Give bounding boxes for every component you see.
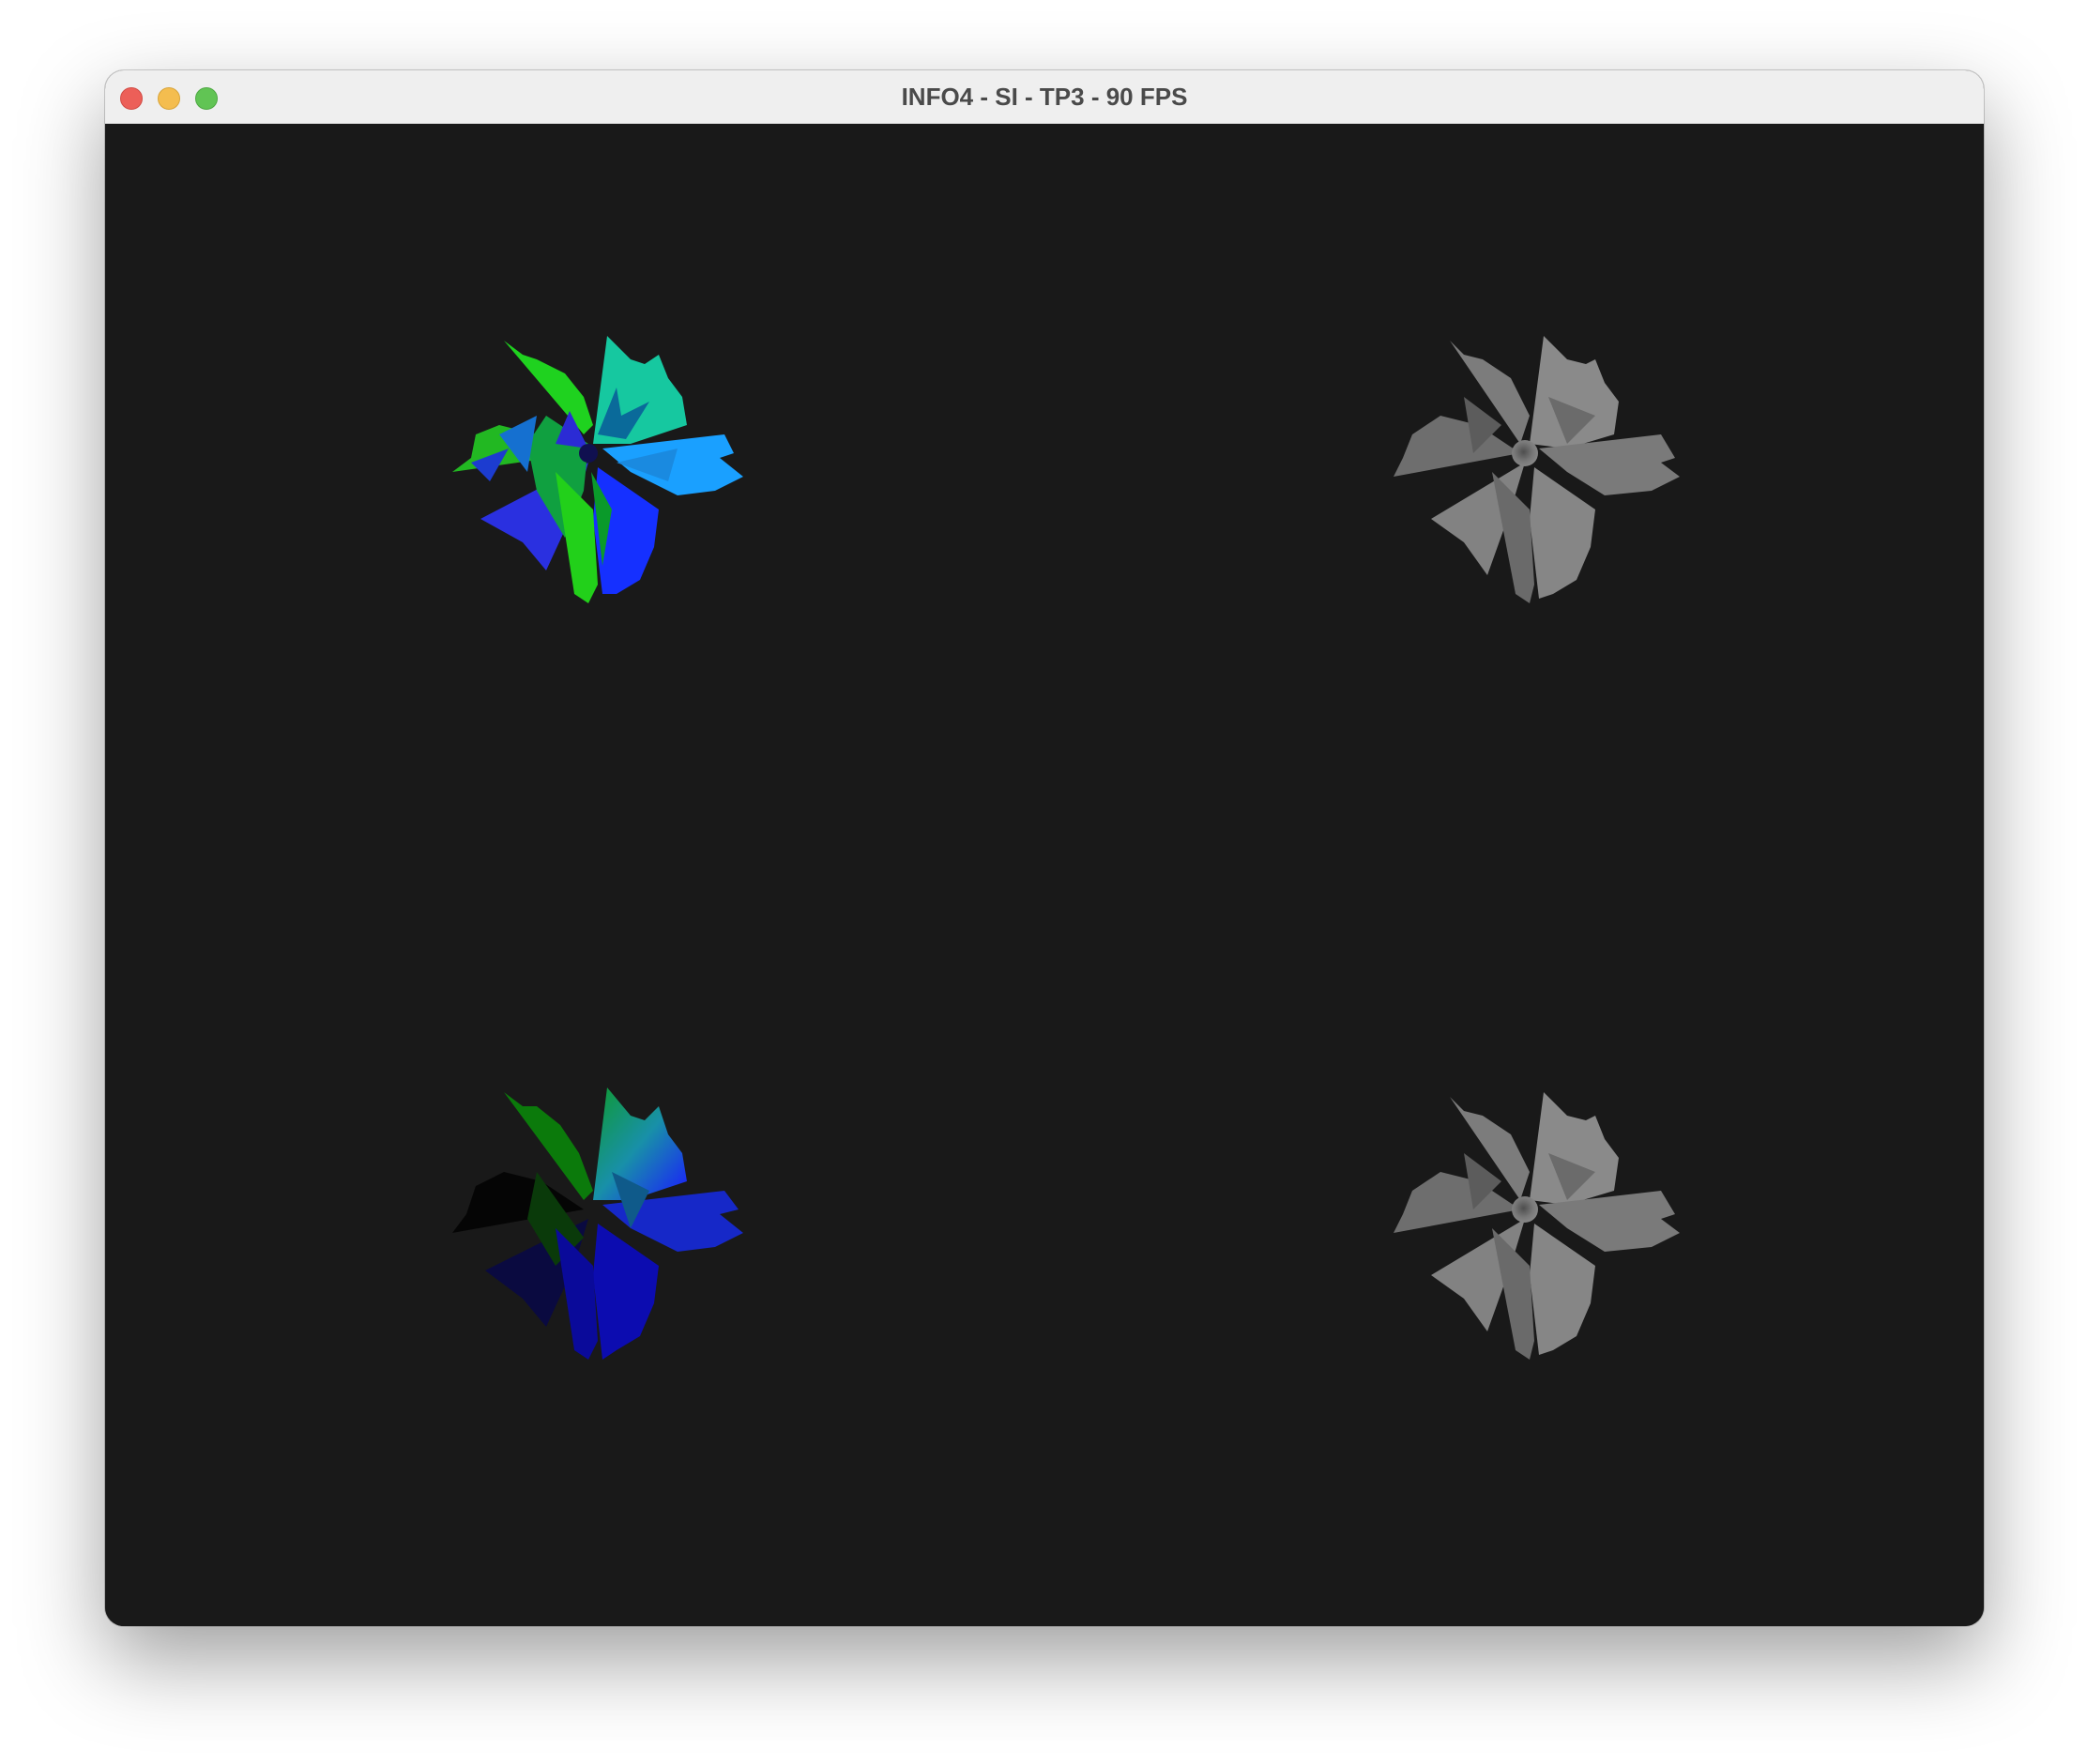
flower-normals	[452, 336, 743, 603]
scene-svg	[452, 336, 1680, 1360]
app-window: INFO4 - SI - TP3 - 90 FPS	[105, 70, 1984, 1626]
flower-grey-top	[1394, 336, 1680, 603]
flower-position	[452, 1087, 743, 1360]
title-bar[interactable]: INFO4 - SI - TP3 - 90 FPS	[105, 70, 1984, 124]
window-title: INFO4 - SI - TP3 - 90 FPS	[901, 83, 1188, 111]
render-canvas[interactable]	[105, 124, 1984, 1626]
flower-grey-bottom	[1394, 1092, 1680, 1360]
